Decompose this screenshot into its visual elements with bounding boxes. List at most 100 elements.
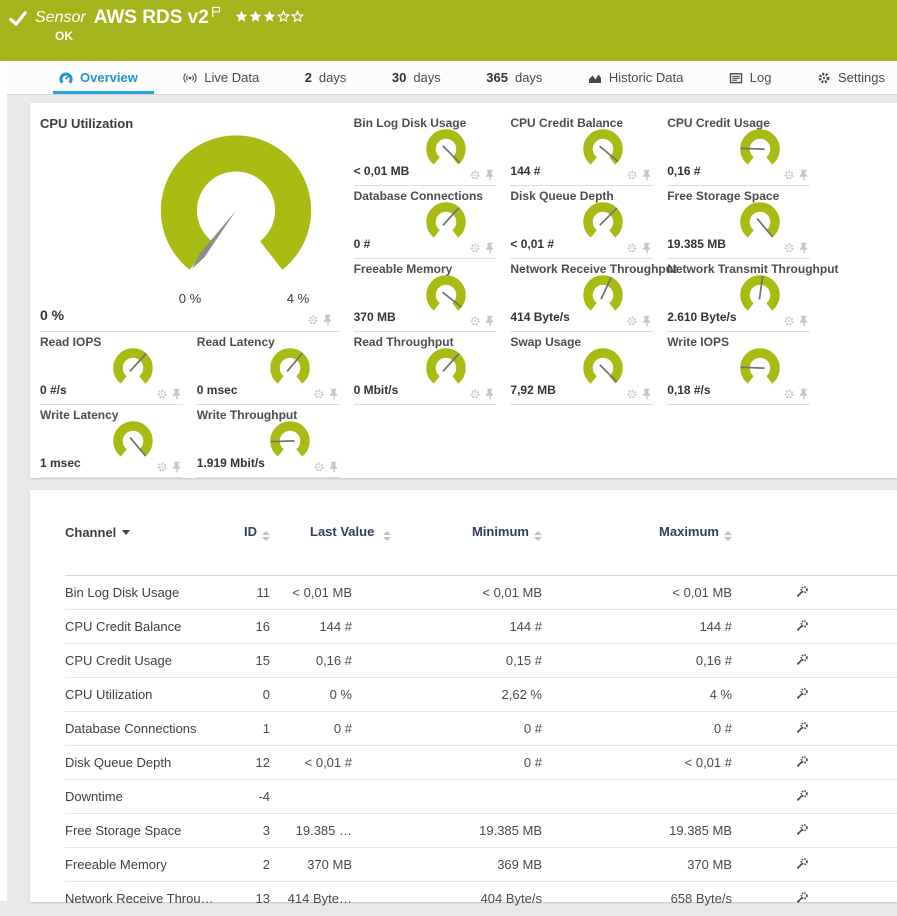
gauge-cell-cpu-credit-balance[interactable]: CPU Credit Balance 144 #	[510, 113, 653, 186]
pin-icon[interactable]	[484, 169, 496, 181]
channel-gauge-value: 370 MB	[354, 310, 396, 324]
pin-icon[interactable]	[798, 388, 810, 400]
column-header-id[interactable]: ID	[235, 524, 270, 541]
gear-icon[interactable]	[469, 169, 481, 181]
table-row[interactable]: Free Storage Space 3 19.385 … 19.385 MB …	[65, 814, 897, 848]
cpu-utilization-gauge-cell[interactable]: CPU Utilization 0 % 4 % 0 %	[40, 113, 340, 332]
pin-icon[interactable]	[641, 169, 653, 181]
gear-icon[interactable]	[469, 315, 481, 327]
table-row[interactable]: Bin Log Disk Usage 11 < 0,01 MB < 0,01 M…	[65, 576, 897, 610]
channel-gauge-value: 414 Byte/s	[510, 310, 569, 324]
gear-icon[interactable]	[783, 315, 795, 327]
table-row[interactable]: Freeable Memory 2 370 MB 369 MB 370 MB	[65, 848, 897, 882]
pin-icon[interactable]	[641, 315, 653, 327]
gear-icon[interactable]	[156, 388, 168, 400]
cell-last-value: 144 #	[270, 619, 352, 634]
gear-icon[interactable]	[626, 242, 638, 254]
pin-icon[interactable]	[641, 242, 653, 254]
table-row[interactable]: Disk Queue Depth 12 < 0,01 # 0 # < 0,01 …	[65, 746, 897, 780]
channel-settings-icon[interactable]	[796, 687, 809, 700]
channel-settings-icon[interactable]	[796, 653, 809, 666]
channel-gauge-value: 0 #/s	[40, 383, 67, 397]
cell-id: 11	[235, 585, 270, 600]
gauge-icon	[59, 71, 73, 85]
gear-icon[interactable]	[469, 388, 481, 400]
channel-settings-icon[interactable]	[796, 585, 809, 598]
gauge-cell-network-transmit-throughput[interactable]: Network Transmit Throughput 2.610 Byte/s	[667, 259, 810, 332]
pin-icon[interactable]	[328, 461, 340, 473]
gear-icon[interactable]	[783, 242, 795, 254]
tab-number: 365	[486, 70, 508, 85]
tab-2-days[interactable]: 2 days	[303, 61, 349, 94]
table-row[interactable]: CPU Credit Balance 16 144 # 144 # 144 #	[65, 610, 897, 644]
pin-icon[interactable]	[484, 242, 496, 254]
cell-minimum: 369 MB	[352, 857, 542, 872]
column-header-channel[interactable]: Channel	[65, 525, 235, 540]
channel-settings-icon[interactable]	[796, 891, 809, 904]
pin-icon[interactable]	[171, 461, 183, 473]
gear-icon[interactable]	[313, 388, 325, 400]
table-row[interactable]: Network Receive Throu… 13 414 Byte… 404 …	[65, 882, 897, 916]
gauge-cell-write-throughput[interactable]: Write Throughput 1.919 Mbit/s	[197, 405, 340, 478]
pin-icon[interactable]	[484, 315, 496, 327]
channel-settings-icon[interactable]	[796, 721, 809, 734]
gear-icon[interactable]	[783, 388, 795, 400]
gauge-cell-database-connections[interactable]: Database Connections 0 #	[354, 186, 497, 259]
pin-icon[interactable]	[641, 388, 653, 400]
gear-icon[interactable]	[626, 315, 638, 327]
tab-log[interactable]: Log	[727, 61, 774, 94]
gauge-cell-write-latency[interactable]: Write Latency 1 msec	[40, 405, 183, 478]
gear-icon[interactable]	[626, 388, 638, 400]
channel-settings-icon[interactable]	[796, 755, 809, 768]
table-row[interactable]: CPU Utilization 0 0 % 2,62 % 4 %	[65, 678, 897, 712]
tab-365-days[interactable]: 365 days	[484, 61, 544, 94]
table-row[interactable]: Database Connections 1 0 # 0 # 0 #	[65, 712, 897, 746]
tab-overview[interactable]: Overview	[57, 61, 140, 94]
flag-icon[interactable]	[211, 6, 222, 18]
pin-icon[interactable]	[328, 388, 340, 400]
gear-icon[interactable]	[307, 314, 319, 326]
cpu-gauge-value: 0 %	[40, 307, 64, 323]
priority-stars[interactable]	[235, 10, 304, 23]
cell-channel: Database Connections	[65, 721, 235, 736]
column-header-maximum[interactable]: Maximum	[542, 524, 732, 541]
channel-settings-icon[interactable]	[796, 857, 809, 870]
table-row[interactable]: CPU Credit Usage 15 0,16 # 0,15 # 0,16 #	[65, 644, 897, 678]
gauge-cell-disk-queue-depth[interactable]: Disk Queue Depth < 0,01 #	[510, 186, 653, 259]
tab-30-days[interactable]: 30 days	[390, 61, 443, 94]
gear-icon[interactable]	[313, 461, 325, 473]
gauge-cell-read-iops[interactable]: Read IOPS 0 #/s	[40, 332, 183, 405]
pin-icon[interactable]	[171, 388, 183, 400]
gauge-cell-write-iops[interactable]: Write IOPS 0,18 #/s	[667, 332, 810, 405]
gauge-cell-read-latency[interactable]: Read Latency 0 msec	[197, 332, 340, 405]
cell-channel: Disk Queue Depth	[65, 755, 235, 770]
channel-settings-icon[interactable]	[796, 619, 809, 632]
gauge-cell-bin-log-disk-usage[interactable]: Bin Log Disk Usage < 0,01 MB	[354, 113, 497, 186]
gauge-cell-network-receive-throughput[interactable]: Network Receive Throughput 414 Byte/s	[510, 259, 653, 332]
gear-icon[interactable]	[626, 169, 638, 181]
channel-gauge	[736, 199, 784, 247]
gauge-cell-swap-usage[interactable]: Swap Usage 7,92 MB	[510, 332, 653, 405]
gear-icon[interactable]	[783, 169, 795, 181]
column-header-last-value[interactable]: Last Value	[270, 524, 352, 541]
pin-icon[interactable]	[798, 169, 810, 181]
gauges-panel: CPU Utilization 0 % 4 % 0 % Bin Log Disk…	[30, 103, 897, 478]
pin-icon[interactable]	[798, 315, 810, 327]
tab-settings[interactable]: Settings	[815, 61, 887, 94]
pin-icon[interactable]	[484, 388, 496, 400]
gauge-cell-free-storage-space[interactable]: Free Storage Space 19.385 MB	[667, 186, 810, 259]
gauge-cell-freeable-memory[interactable]: Freeable Memory 370 MB	[354, 259, 497, 332]
pin-icon[interactable]	[798, 242, 810, 254]
channel-settings-icon[interactable]	[796, 789, 809, 802]
gear-icon	[817, 71, 831, 85]
tab-live-data[interactable]: Live Data	[181, 61, 261, 94]
table-row[interactable]: Downtime -4	[65, 780, 897, 814]
channel-settings-icon[interactable]	[796, 823, 809, 836]
gear-icon[interactable]	[469, 242, 481, 254]
gauge-cell-read-throughput[interactable]: Read Throughput 0 Mbit/s	[354, 332, 497, 405]
gauge-cell-cpu-credit-usage[interactable]: CPU Credit Usage 0,16 #	[667, 113, 810, 186]
tab-historic-data[interactable]: Historic Data	[586, 61, 685, 94]
pin-icon[interactable]	[322, 314, 334, 326]
gear-icon[interactable]	[156, 461, 168, 473]
column-header-minimum[interactable]: Minimum	[352, 524, 542, 541]
